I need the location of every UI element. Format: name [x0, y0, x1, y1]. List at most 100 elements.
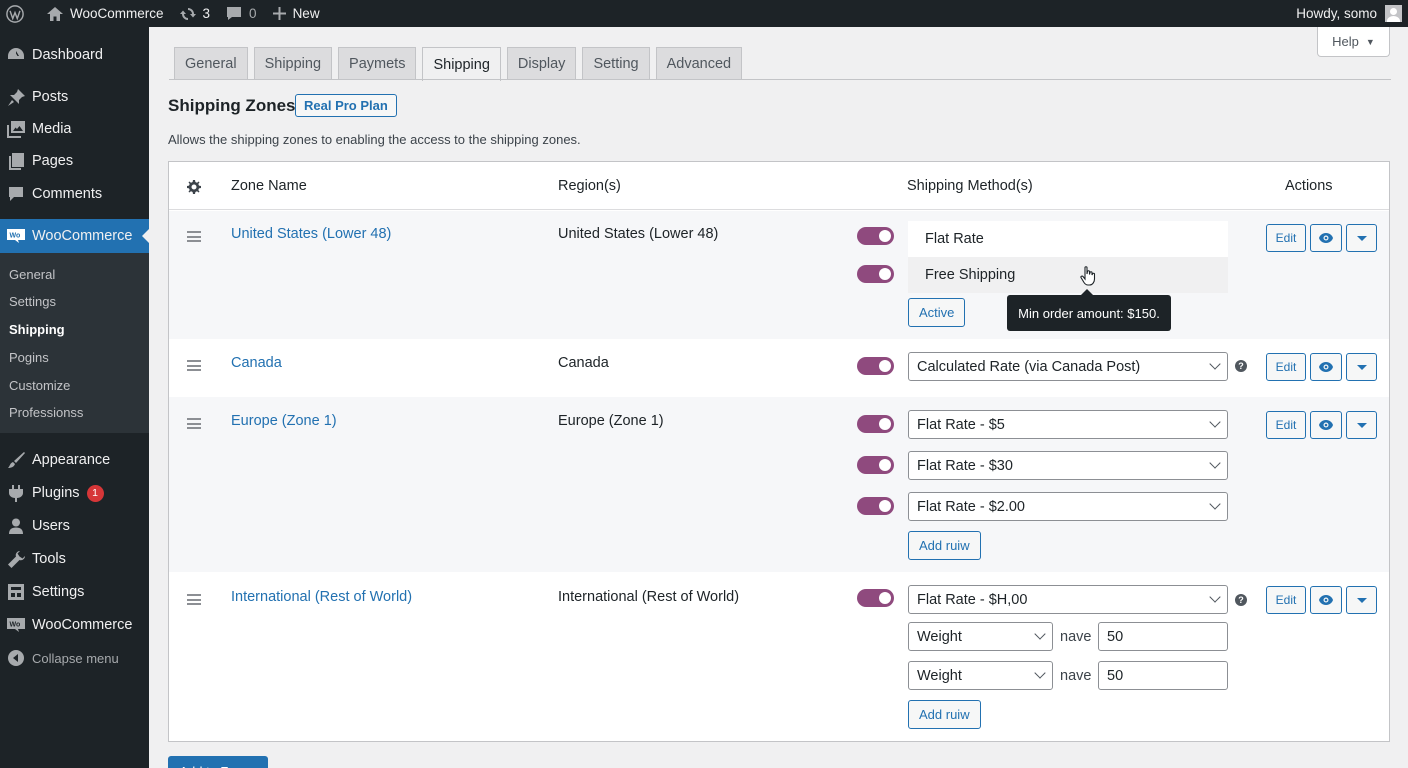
- drag-handle-icon[interactable]: [187, 594, 201, 608]
- new-content-link[interactable]: New: [265, 0, 328, 27]
- zone-row-international: International (Rest of World) Internatio…: [169, 572, 1389, 741]
- condition-field-value: Weight: [917, 628, 962, 645]
- menu-label: Appearance: [32, 452, 111, 468]
- wordpress-logo[interactable]: [0, 0, 39, 27]
- submenu-pogins[interactable]: Pogins: [9, 350, 49, 365]
- method-select[interactable]: Flat Rate - $H,00: [908, 585, 1228, 614]
- submenu-customize[interactable]: Customize: [9, 378, 70, 393]
- method-toggle[interactable]: [857, 227, 894, 245]
- tab-shipping-active[interactable]: Shipping: [422, 47, 501, 81]
- menu-tools[interactable]: Tools: [0, 542, 149, 576]
- shipping-zones-table: Zone Name Region(s) Shipping Method(s) A…: [168, 161, 1390, 742]
- submenu-settings[interactable]: Settings: [9, 294, 56, 309]
- zone-name-link[interactable]: International (Rest of World): [231, 589, 412, 605]
- method-toggle[interactable]: [857, 357, 894, 375]
- tab-setting[interactable]: Setting: [582, 47, 650, 80]
- menu-pages[interactable]: Pages: [0, 144, 149, 178]
- tab-display[interactable]: Display: [506, 47, 577, 80]
- zone-name-link[interactable]: United States (Lower 48): [231, 226, 391, 242]
- header-zone-name: Zone Name: [231, 178, 307, 194]
- method-select[interactable]: Flat Rate - $30: [908, 451, 1228, 480]
- menu-plugins[interactable]: Plugins 1: [0, 476, 149, 510]
- menu-posts[interactable]: Posts: [0, 80, 149, 114]
- help-question-icon[interactable]: ?: [1235, 360, 1247, 372]
- menu-woocommerce-2[interactable]: Wo WooCommerce: [0, 608, 149, 642]
- condition-field-select[interactable]: Weight: [908, 661, 1053, 690]
- condition-field-select[interactable]: Weight: [908, 622, 1053, 651]
- method-select[interactable]: Flat Rate - $2.00: [908, 492, 1228, 521]
- view-button[interactable]: [1310, 224, 1342, 252]
- plan-badge[interactable]: Real Pro Plan: [295, 94, 397, 117]
- method-toggle[interactable]: [857, 456, 894, 474]
- method-toggle[interactable]: [857, 265, 894, 283]
- submenu-professionss[interactable]: Professionss: [9, 405, 83, 420]
- my-account-link[interactable]: Howdy, somo: [1288, 0, 1408, 27]
- menu-comments[interactable]: Comments: [0, 177, 149, 211]
- updates-link[interactable]: 3: [172, 0, 219, 27]
- help-label: Help: [1332, 34, 1359, 49]
- method-select[interactable]: Calculated Rate (via Canada Post): [908, 352, 1228, 381]
- header-actions: Actions: [1285, 178, 1333, 194]
- add-rule-button[interactable]: Add ruiw: [908, 531, 981, 560]
- method-option-free-shipping[interactable]: Free Shipping: [908, 257, 1228, 293]
- condition-value-input[interactable]: 50: [1098, 622, 1228, 651]
- submenu-shipping[interactable]: Shipping: [9, 322, 65, 337]
- zone-name-link[interactable]: Europe (Zone 1): [231, 413, 337, 429]
- active-button[interactable]: Active: [908, 298, 966, 327]
- collapse-menu-button[interactable]: Collapse menu: [0, 641, 149, 675]
- condition-operator: nave: [1060, 629, 1092, 645]
- zone-region: Europe (Zone 1): [558, 413, 664, 429]
- menu-appearance[interactable]: Appearance: [0, 443, 149, 477]
- menu-users[interactable]: Users: [0, 509, 149, 543]
- admin-sidebar: Dashboard Posts Media Pages Comments Wo …: [0, 27, 150, 768]
- hand-cursor-icon: [1080, 266, 1096, 286]
- method-select[interactable]: Flat Rate - $5: [908, 410, 1228, 439]
- tab-paymets[interactable]: Paymets: [338, 47, 417, 80]
- tab-advanced[interactable]: Advanced: [655, 47, 743, 80]
- site-name-link[interactable]: WooCommerce: [39, 0, 172, 27]
- comments-link[interactable]: 0: [218, 0, 265, 27]
- gear-icon[interactable]: [187, 180, 201, 194]
- method-toggle[interactable]: [857, 415, 894, 433]
- tab-divider: [169, 79, 1391, 80]
- more-actions-button[interactable]: [1346, 353, 1377, 381]
- main-content: Help ▼ General Shipping Paymets Shipping…: [149, 27, 1408, 768]
- tab-general[interactable]: General: [174, 47, 248, 80]
- drag-handle-icon[interactable]: [187, 418, 201, 432]
- help-button[interactable]: Help ▼: [1317, 27, 1390, 57]
- method-toggle[interactable]: [857, 497, 894, 515]
- method-option-flat-rate[interactable]: Flat Rate: [908, 221, 1228, 257]
- zone-name-link[interactable]: Canada: [231, 355, 282, 371]
- more-actions-button[interactable]: [1346, 586, 1377, 614]
- chevron-down-icon: [1209, 591, 1221, 603]
- more-actions-button[interactable]: [1346, 411, 1377, 439]
- drag-handle-icon[interactable]: [187, 360, 201, 374]
- edit-button[interactable]: Edit: [1266, 224, 1306, 252]
- view-button[interactable]: [1310, 586, 1342, 614]
- edit-button[interactable]: Edit: [1266, 353, 1306, 381]
- method-toggle[interactable]: [857, 589, 894, 607]
- tab-shipping[interactable]: Shipping: [253, 47, 333, 80]
- add-zone-button[interactable]: Add to Zones: [168, 756, 268, 768]
- edit-button[interactable]: Edit: [1266, 586, 1306, 614]
- dashboard-icon: [8, 48, 24, 59]
- wrench-icon: [7, 550, 25, 568]
- add-rule-button[interactable]: Add ruiw: [908, 700, 981, 729]
- help-question-icon[interactable]: ?: [1235, 594, 1247, 606]
- menu-settings[interactable]: Settings: [0, 575, 149, 609]
- wordpress-icon: [6, 4, 24, 23]
- menu-woocommerce[interactable]: Wo WooCommerce: [0, 219, 150, 253]
- view-button[interactable]: [1310, 411, 1342, 439]
- home-icon: [47, 6, 63, 21]
- menu-media[interactable]: Media: [0, 112, 149, 146]
- more-actions-button[interactable]: [1346, 224, 1377, 252]
- condition-value-input[interactable]: 50: [1098, 661, 1228, 690]
- drag-handle-icon[interactable]: [187, 231, 201, 245]
- woo-icon: Wo: [7, 229, 25, 243]
- submenu-general[interactable]: General: [9, 267, 55, 282]
- edit-button[interactable]: Edit: [1266, 411, 1306, 439]
- menu-dashboard[interactable]: Dashboard: [0, 38, 149, 72]
- view-button[interactable]: [1310, 353, 1342, 381]
- method-select-value: Flat Rate - $2.00: [917, 498, 1025, 515]
- media-icon: [7, 120, 25, 138]
